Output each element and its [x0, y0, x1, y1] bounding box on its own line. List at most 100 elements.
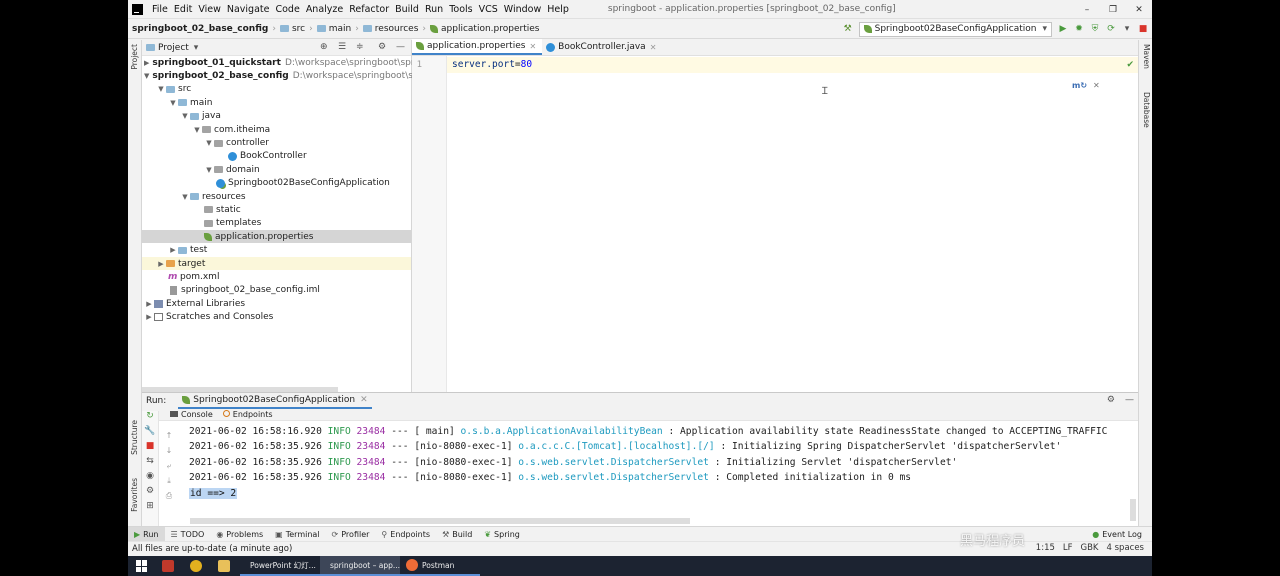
database-tool-tab[interactable]: Database: [1142, 92, 1151, 128]
hammer-icon[interactable]: ⚒: [843, 24, 853, 34]
taskbar-powerpoint[interactable]: PowerPoint 幻灯...: [240, 556, 320, 576]
run-configuration-select[interactable]: Springboot02BaseConfigApplication ▾: [858, 21, 1052, 37]
tree-item-package[interactable]: ▼ domain: [142, 163, 411, 176]
maven-reload-icon[interactable]: m↻: [1072, 81, 1087, 90]
chevron-down-icon[interactable]: ▼: [168, 99, 178, 107]
tool-problems[interactable]: ◉ Problems: [210, 527, 269, 542]
close-icon[interactable]: ✕: [1126, 5, 1152, 15]
close-tab-icon[interactable]: ✕: [529, 42, 536, 51]
breadcrumb-project[interactable]: springboot_02_base_config: [128, 24, 272, 34]
tree-item-folder[interactable]: ▼ resources: [142, 190, 411, 203]
chevron-right-icon[interactable]: ▶: [144, 313, 154, 321]
menu-run[interactable]: Run: [422, 4, 446, 15]
breadcrumb-file[interactable]: application.properties: [426, 24, 543, 34]
run-icon[interactable]: ▶: [1058, 24, 1068, 34]
tool-event-log[interactable]: ● Event Log: [1092, 527, 1142, 542]
menu-build[interactable]: Build: [392, 4, 422, 15]
run-tab-application[interactable]: Springboot02BaseConfigApplication ✕: [178, 393, 372, 409]
taskbar-postman[interactable]: Postman: [400, 556, 480, 576]
expand-all-icon[interactable]: ☰: [338, 42, 346, 52]
wrench-icon[interactable]: 🔧: [142, 426, 158, 441]
inspection-ok-icon[interactable]: ✔: [1126, 60, 1134, 70]
tree-item-folder[interactable]: ▼ java: [142, 110, 411, 123]
scroll-to-end-icon[interactable]: ⤓: [162, 476, 176, 491]
hide-panel-icon[interactable]: —: [396, 42, 405, 52]
menu-tools[interactable]: Tools: [446, 4, 475, 15]
tree-item-class[interactable]: BookController: [142, 150, 411, 163]
close-icon[interactable]: ✕: [1093, 81, 1100, 90]
tool-build[interactable]: ⚒ Build: [436, 527, 478, 542]
chrome-icon[interactable]: [184, 556, 212, 576]
profile-icon[interactable]: ⟳: [1106, 24, 1116, 34]
chevron-right-icon[interactable]: ▶: [144, 300, 154, 308]
debug-icon[interactable]: ✹: [1074, 24, 1084, 34]
tool-spring[interactable]: ❦ Spring: [478, 527, 526, 542]
favorites-tool-tab[interactable]: Favorites: [130, 478, 139, 512]
windows-start-icon[interactable]: [136, 560, 148, 572]
horizontal-scrollbar[interactable]: [190, 518, 690, 524]
vertical-scrollbar[interactable]: [1130, 499, 1136, 521]
restore-icon[interactable]: ❐: [1100, 5, 1126, 15]
maven-tool-tab[interactable]: Maven: [1142, 44, 1151, 69]
tree-item-folder[interactable]: static: [142, 203, 411, 216]
tree-item-folder[interactable]: templates: [142, 217, 411, 230]
tree-item-module[interactable]: ▼ springboot_02_base_config D:\workspace\…: [142, 69, 422, 82]
coverage-icon[interactable]: ⛨: [1090, 24, 1100, 34]
tool-run[interactable]: ▶ Run: [128, 526, 165, 542]
structure-tool-tab[interactable]: Structure: [130, 420, 139, 455]
menu-analyze[interactable]: Analyze: [303, 4, 346, 15]
menu-code[interactable]: Code: [272, 4, 302, 15]
caret-position[interactable]: 1:15: [1036, 543, 1055, 553]
settings-icon[interactable]: ⚙: [142, 486, 158, 501]
tree-item-module[interactable]: ▶ springboot_01_quickstart D:\workspace\s…: [142, 56, 423, 69]
taskbar-intellij[interactable]: springboot – app...: [320, 556, 400, 576]
tree-item-package[interactable]: ▼ controller: [142, 136, 411, 149]
hide-panel-icon[interactable]: —: [1125, 395, 1134, 405]
code-line-current[interactable]: server.port=80: [447, 57, 1138, 73]
chevron-right-icon[interactable]: ▶: [156, 260, 166, 268]
chevron-down-icon[interactable]: ▼: [144, 72, 149, 80]
menu-file[interactable]: File: [149, 4, 171, 15]
tree-item-folder[interactable]: ▼ src: [142, 83, 411, 96]
chevron-right-icon[interactable]: ▶: [144, 59, 149, 67]
tree-item-package[interactable]: ▼ com.itheima: [142, 123, 411, 136]
pin-icon[interactable]: ⊞: [142, 501, 158, 516]
tree-item-folder[interactable]: ▶ test: [142, 243, 411, 256]
menu-navigate[interactable]: Navigate: [224, 4, 273, 15]
menu-window[interactable]: Window: [501, 4, 544, 15]
more-run-chevron-icon[interactable]: ▾: [1122, 24, 1132, 34]
tool-terminal[interactable]: ▣ Terminal: [269, 527, 325, 542]
locate-icon[interactable]: ⊕: [320, 42, 328, 52]
menu-help[interactable]: Help: [544, 4, 572, 15]
chevron-down-icon[interactable]: ▼: [180, 193, 190, 201]
tool-todo[interactable]: ☰ TODO: [165, 527, 211, 542]
soft-wrap-icon[interactable]: ⤶: [162, 461, 176, 476]
chevron-down-icon[interactable]: ▼: [156, 85, 166, 93]
tree-item-libraries[interactable]: ▶ External Libraries: [142, 297, 411, 310]
chevron-down-icon[interactable]: ▼: [204, 139, 214, 147]
tool-profiler[interactable]: ⟳ Profiler: [326, 527, 376, 542]
file-explorer-icon[interactable]: [212, 556, 240, 576]
close-tab-icon[interactable]: ✕: [360, 395, 368, 405]
chevron-right-icon[interactable]: ▶: [168, 246, 178, 254]
tree-item-folder[interactable]: ▶ target: [142, 256, 411, 271]
tab-console[interactable]: Console: [170, 410, 213, 419]
gear-icon[interactable]: ⚙: [378, 42, 386, 52]
tab-application-properties[interactable]: application.properties ✕: [412, 39, 543, 55]
menu-vcs[interactable]: VCS: [476, 4, 501, 15]
tree-item-file-selected[interactable]: application.properties: [142, 230, 411, 244]
rerun-icon[interactable]: ↻: [142, 411, 158, 426]
tree-item-scratches[interactable]: ▶ Scratches and Consoles: [142, 310, 411, 323]
collapse-all-icon[interactable]: ≑: [356, 42, 364, 52]
tree-item-folder[interactable]: ▼ main: [142, 96, 411, 109]
breadcrumb-main[interactable]: main: [313, 24, 356, 34]
tree-item-file[interactable]: m pom.xml: [142, 270, 411, 283]
breadcrumb-src[interactable]: src: [276, 24, 309, 34]
close-tab-icon[interactable]: ✕: [650, 43, 657, 52]
code-text[interactable]: server.port=80: [452, 59, 532, 70]
taskbar-app-icon[interactable]: [156, 556, 184, 576]
project-tool-tab[interactable]: Project: [130, 44, 139, 70]
tab-book-controller[interactable]: BookController.java ✕: [542, 39, 662, 55]
camera-icon[interactable]: ◉: [142, 471, 158, 486]
tool-endpoints[interactable]: ⚲ Endpoints: [375, 527, 436, 542]
